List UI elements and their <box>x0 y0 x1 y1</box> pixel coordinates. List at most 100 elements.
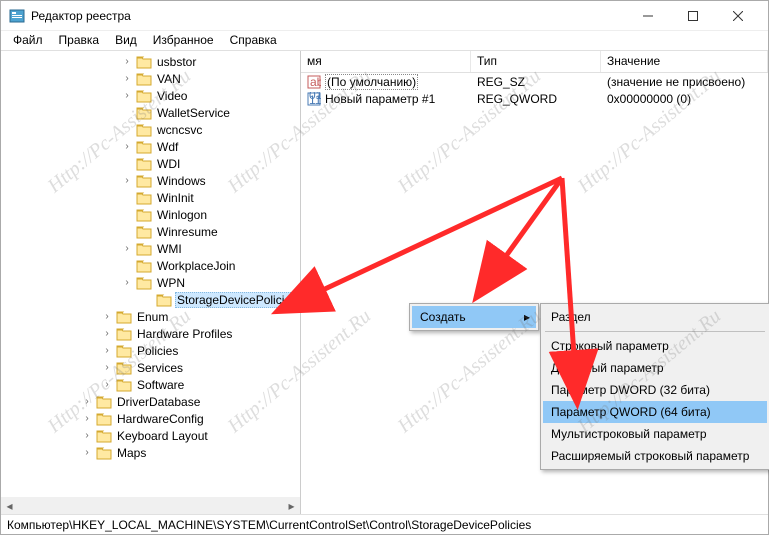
folder-icon <box>136 89 152 103</box>
tree-item[interactable]: wcncsvc <box>1 121 300 138</box>
submenu-item[interactable]: Параметр DWORD (32 бита) <box>543 379 767 401</box>
folder-icon <box>136 55 152 69</box>
tree-item-label: DriverDatabase <box>115 395 202 409</box>
tree-item[interactable]: StorageDevicePolicies <box>1 291 300 308</box>
menu-item-create[interactable]: Создать ▸ <box>412 306 536 328</box>
tree-item-label: WorkplaceJoin <box>155 259 237 273</box>
tree-item[interactable]: WinInit <box>1 189 300 206</box>
tree-item-label: WDI <box>155 157 182 171</box>
expand-toggle[interactable]: › <box>81 397 93 407</box>
tree-item[interactable]: ›Wdf <box>1 138 300 155</box>
expand-toggle[interactable]: › <box>121 57 133 67</box>
expand-toggle[interactable]: › <box>101 346 113 356</box>
tree-item[interactable]: ›WMI <box>1 240 300 257</box>
tree-item[interactable]: › DriverDatabase <box>1 393 300 410</box>
tree-item[interactable]: › Services <box>1 359 300 376</box>
tree-item[interactable]: › Video <box>1 87 300 104</box>
tree-item-label: Maps <box>115 446 148 460</box>
folder-icon <box>116 361 132 375</box>
tree-item-label: Keyboard Layout <box>115 429 210 443</box>
folder-icon <box>136 208 152 222</box>
menu-help[interactable]: Справка <box>222 31 285 50</box>
folder-icon <box>136 72 152 86</box>
tree-item-label: Policies <box>135 344 180 358</box>
tree-item-label: Video <box>155 89 189 103</box>
submenu-item[interactable]: Раздел <box>543 306 767 328</box>
expand-toggle[interactable]: › <box>101 363 113 373</box>
value-name: (По умолчанию) <box>325 75 418 89</box>
tree-item[interactable]: ›usbstor <box>1 53 300 70</box>
tree-item-label: Windows <box>155 174 208 188</box>
tree-item[interactable]: › Keyboard Layout <box>1 427 300 444</box>
expand-toggle[interactable]: › <box>101 380 113 390</box>
tree-item[interactable]: › WPN <box>1 274 300 291</box>
tree-item[interactable]: › HardwareConfig <box>1 410 300 427</box>
tree-item[interactable]: WalletService <box>1 104 300 121</box>
tree-pane[interactable]: ›usbstor›VAN›VideoWalletServicewcncsvc›W… <box>1 51 301 514</box>
app-icon <box>9 8 25 24</box>
folder-icon <box>116 378 132 392</box>
expand-toggle[interactable]: › <box>121 91 133 101</box>
tree-item[interactable]: › Windows <box>1 172 300 189</box>
col-type[interactable]: Тип <box>471 51 601 72</box>
menu-favorites[interactable]: Избранное <box>145 31 222 50</box>
expand-toggle[interactable]: › <box>121 278 133 288</box>
tree-item-label: Winresume <box>155 225 220 239</box>
tree-item[interactable]: ›Enum <box>1 308 300 325</box>
menu-separator <box>545 331 765 332</box>
list-row[interactable]: ab (По умолчанию) REG_SZ(значение не присв… <box>301 73 768 90</box>
value-data: (значение не присвоено) <box>601 75 768 89</box>
folder-icon <box>96 429 112 443</box>
menu-file[interactable]: Файл <box>5 31 51 50</box>
col-name[interactable]: мя <box>301 51 471 72</box>
tree-item[interactable]: › Maps <box>1 444 300 461</box>
tree-item[interactable]: Winresume <box>1 223 300 240</box>
close-button[interactable] <box>715 1 760 30</box>
tree-item-label: Services <box>135 361 185 375</box>
value-data: 0x00000000 (0) <box>601 92 768 106</box>
submenu-item[interactable]: Строковый параметр <box>543 335 767 357</box>
scroll-right-button[interactable]: ▸ <box>283 497 300 514</box>
tree-item-label: WPN <box>155 276 187 290</box>
list-row[interactable]: 011110Новый параметр #1REG_QWORD0x000000… <box>301 90 768 107</box>
expand-toggle[interactable]: › <box>121 244 133 254</box>
tree-item[interactable]: › Policies <box>1 342 300 359</box>
menu-edit[interactable]: Правка <box>51 31 108 50</box>
expand-toggle[interactable]: › <box>121 142 133 152</box>
submenu-item[interactable]: Двоичный параметр <box>543 357 767 379</box>
value-type: REG_SZ <box>471 75 601 89</box>
col-value[interactable]: Значение <box>601 51 768 72</box>
tree-item-label: Winlogon <box>155 208 209 222</box>
svg-text:ab: ab <box>310 75 321 89</box>
value-type: REG_QWORD <box>471 92 601 106</box>
expand-toggle[interactable]: › <box>81 448 93 458</box>
tree-item-label: WinInit <box>155 191 196 205</box>
expand-toggle[interactable]: › <box>81 431 93 441</box>
scroll-left-button[interactable]: ◂ <box>1 497 18 514</box>
folder-icon <box>136 259 152 273</box>
expand-toggle[interactable]: › <box>81 414 93 424</box>
folder-icon <box>136 174 152 188</box>
expand-toggle[interactable]: › <box>121 74 133 84</box>
tree-item[interactable]: Winlogon <box>1 206 300 223</box>
expand-toggle[interactable]: › <box>101 329 113 339</box>
tree-item[interactable]: › Software <box>1 376 300 393</box>
horizontal-scrollbar[interactable]: ◂ ▸ <box>1 497 300 514</box>
folder-icon <box>136 123 152 137</box>
submenu-item[interactable]: Расширяемый строковый параметр <box>543 445 767 467</box>
minimize-button[interactable] <box>625 1 670 30</box>
tree-item-label: HardwareConfig <box>115 412 206 426</box>
expand-toggle[interactable]: › <box>101 312 113 322</box>
folder-icon <box>96 412 112 426</box>
tree-item[interactable]: WorkplaceJoin <box>1 257 300 274</box>
expand-toggle[interactable]: › <box>121 176 133 186</box>
tree-item-label: Software <box>135 378 186 392</box>
tree-item[interactable]: ›VAN <box>1 70 300 87</box>
tree-item[interactable]: ›Hardware Profiles <box>1 325 300 342</box>
tree-item[interactable]: WDI <box>1 155 300 172</box>
submenu-item[interactable]: Мультистроковый параметр <box>543 423 767 445</box>
maximize-button[interactable] <box>670 1 715 30</box>
statusbar-path: Компьютер\HKEY_LOCAL_MACHINE\SYSTEM\Curr… <box>7 518 531 532</box>
menu-view[interactable]: Вид <box>107 31 145 50</box>
submenu-item[interactable]: Параметр QWORD (64 бита) <box>543 401 767 423</box>
